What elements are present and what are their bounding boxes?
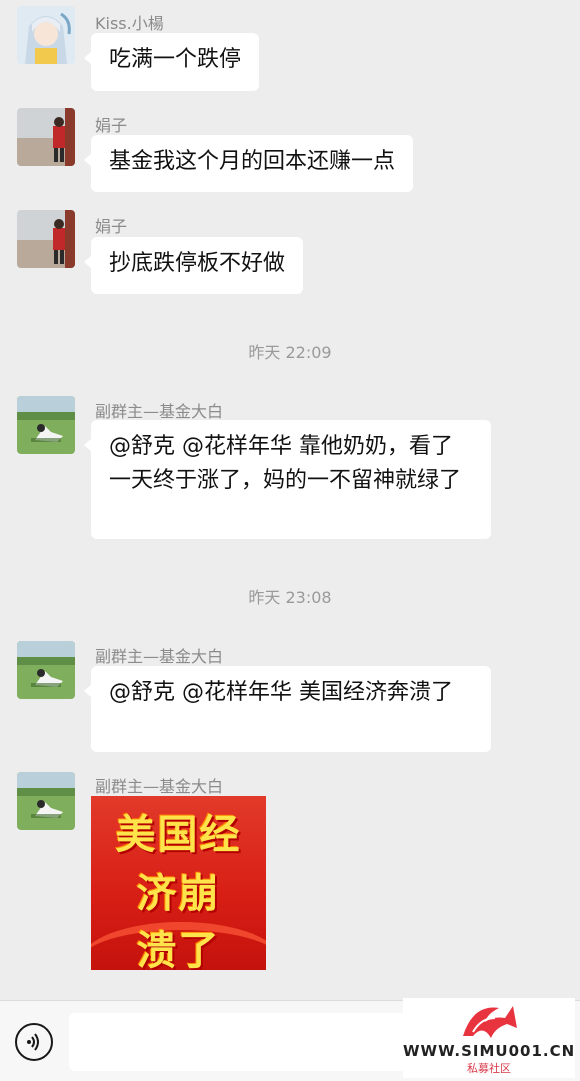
message-bubble[interactable]: 抄底跌停板不好做 [83, 237, 304, 294]
logo-icon [463, 1006, 517, 1038]
watermark-text: WWW.SIMU001.CN [403, 1042, 576, 1060]
sender-name: 副群主—基金大白 [95, 777, 224, 796]
sticker-text: 济崩 [136, 871, 221, 917]
sender-name: 副群主—基金大白 [95, 402, 224, 421]
sticker-image[interactable]: 美国经 济崩 溃了 [91, 796, 266, 970]
sender-name: Kiss.小楊 [95, 14, 164, 33]
timestamp: 昨天 23:08 [248, 588, 332, 607]
avatar[interactable] [17, 396, 75, 454]
message-bubble[interactable]: @舒克 @花样年华 美国经济奔溃了 [84, 666, 491, 752]
avatar[interactable] [17, 108, 75, 166]
sender-name: 娟子 [95, 217, 128, 236]
message-bubble[interactable]: 吃满一个跌停 [83, 33, 260, 91]
avatar[interactable] [17, 641, 75, 699]
sender-name: 副群主—基金大白 [95, 647, 224, 666]
sender-name: 娟子 [95, 116, 128, 135]
timestamp: 昨天 22:09 [248, 343, 332, 362]
voice-icon [27, 1033, 39, 1051]
watermark: WWW.SIMU001.CN 私募社区 [403, 998, 575, 1078]
message-input[interactable] [69, 1013, 409, 1071]
sticker-text: 美国经 [115, 812, 242, 858]
voice-input-button[interactable] [15, 1023, 53, 1061]
chat-area[interactable]: Kiss.小楊 吃满一个跌停 娟子 基金我这个月的回本还赚一点 娟子 抄底跌停板… [0, 0, 580, 1000]
message-bubble[interactable]: @舒克 @花样年华 靠他奶奶，看了一天终于涨了，妈的一不留神就绿了 [84, 420, 491, 539]
message-bubble[interactable]: 基金我这个月的回本还赚一点 [83, 135, 414, 192]
avatar[interactable] [17, 772, 75, 830]
watermark-subtext: 私募社区 [467, 1062, 511, 1075]
avatar[interactable] [17, 6, 75, 64]
avatar[interactable] [17, 210, 75, 268]
sticker-text: 溃了 [136, 928, 221, 970]
